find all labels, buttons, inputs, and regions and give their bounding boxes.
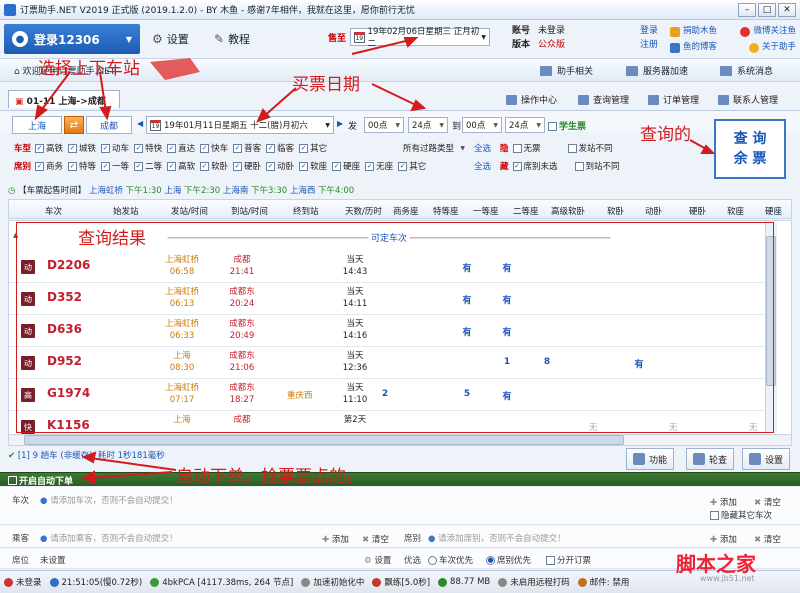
arrow-2: [99, 71, 107, 113]
arrowhead-4: [410, 99, 427, 112]
arrowhead-3: [256, 108, 271, 123]
arrowhead-8: [81, 451, 97, 464]
arrowhead-5: [403, 37, 419, 48]
watermark-url: www.jb51.net: [700, 574, 755, 583]
arrowhead-7: [81, 470, 95, 485]
arrow-5: [351, 39, 411, 55]
annotation-arrows: [34, 37, 716, 485]
arrow-4: [371, 83, 419, 107]
arrow-1: [39, 71, 71, 113]
arrow-8: [89, 457, 177, 471]
arrow-7: [89, 471, 173, 479]
annotation-blob: [150, 58, 200, 80]
watermark-logo: 脚本之家: [676, 552, 756, 576]
arrowhead-2: [99, 105, 112, 121]
arrowhead-1: [34, 104, 48, 121]
